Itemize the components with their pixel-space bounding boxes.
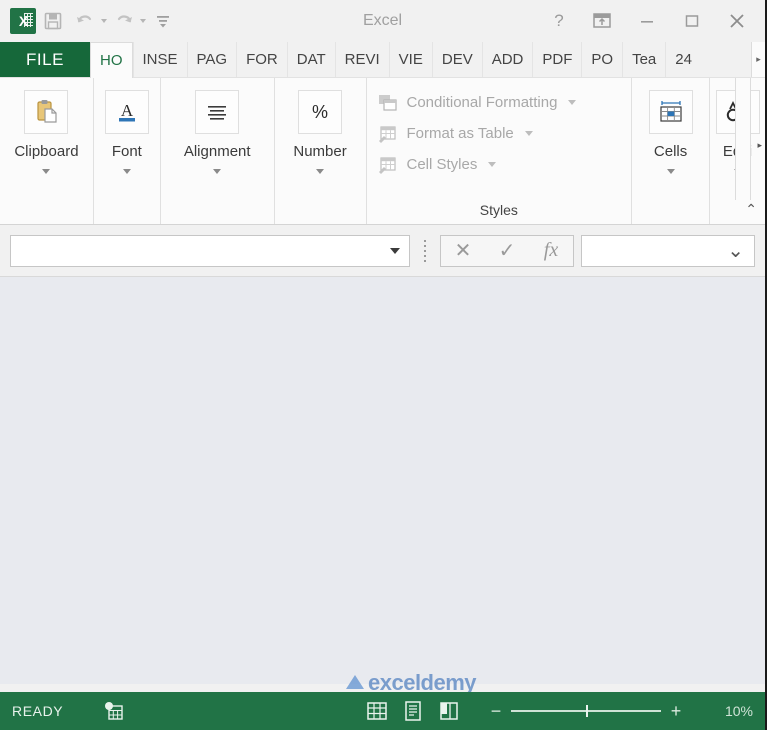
cell-styles-dropdown-icon[interactable] bbox=[488, 162, 497, 167]
ribbon-group-label-styles: Styles bbox=[479, 202, 518, 218]
alignment-icon[interactable] bbox=[195, 90, 240, 134]
svg-text:A: A bbox=[121, 101, 134, 120]
zoom-out-button[interactable]: − bbox=[489, 701, 503, 722]
formula-bar: ✕ ✓ fx ⌄ bbox=[0, 225, 765, 277]
cells-icon[interactable] bbox=[648, 90, 693, 134]
tab-add-ins[interactable]: ADD bbox=[481, 42, 533, 77]
maximize-button[interactable] bbox=[669, 4, 714, 38]
page-layout-view-button[interactable] bbox=[401, 699, 425, 723]
formula-bar-expand-icon[interactable]: ⌄ bbox=[727, 241, 744, 261]
ribbon-display-options-button[interactable] bbox=[579, 4, 624, 38]
percent-icon[interactable]: % bbox=[298, 90, 343, 134]
window-controls: ? bbox=[539, 4, 765, 38]
zoom-slider[interactable] bbox=[511, 704, 661, 718]
save-icon[interactable] bbox=[38, 6, 68, 36]
redo-icon[interactable] bbox=[109, 6, 139, 36]
format-as-table-icon bbox=[377, 124, 399, 144]
zoom-slider-handle[interactable] bbox=[586, 705, 588, 717]
undo-icon[interactable] bbox=[70, 6, 100, 36]
formula-input[interactable]: ⌄ bbox=[581, 234, 755, 267]
ribbon-group-font[interactable]: A Font bbox=[94, 78, 161, 224]
cells-dropdown-icon[interactable] bbox=[666, 169, 675, 174]
zoom-in-button[interactable]: + bbox=[669, 701, 683, 722]
font-icon[interactable]: A bbox=[104, 90, 149, 134]
alignment-dropdown-icon[interactable] bbox=[213, 169, 222, 174]
quick-access-toolbar: X bbox=[0, 6, 178, 36]
tab-scroll-right-icon[interactable]: ▸ bbox=[751, 42, 765, 77]
ribbon-group-cells[interactable]: Cells bbox=[632, 78, 711, 224]
svg-text:%: % bbox=[312, 102, 328, 122]
conditional-formatting-icon bbox=[377, 93, 399, 113]
customize-qat-icon[interactable] bbox=[148, 6, 178, 36]
record-macro-icon[interactable] bbox=[103, 701, 125, 721]
cell-styles-label: Cell Styles bbox=[406, 156, 478, 173]
worksheet-area[interactable]: Password ? x 'Copy of PasswordProtectFil… bbox=[0, 277, 765, 730]
tab-formulas[interactable]: FOR bbox=[236, 42, 287, 77]
ribbon-group-label-alignment: Alignment bbox=[183, 143, 251, 160]
insert-function-icon[interactable]: fx bbox=[529, 236, 573, 266]
ribbon-group-label-font: Font bbox=[111, 143, 142, 160]
ribbon-group-label-cells: Cells bbox=[653, 143, 688, 160]
excel-window: X Excel ? FILE HO INSE PAG FOR DAT REVI … bbox=[0, 0, 767, 730]
formula-bar-grip[interactable] bbox=[410, 239, 440, 262]
tab-insert[interactable]: INSE bbox=[132, 42, 187, 77]
clipboard-icon[interactable] bbox=[24, 90, 69, 134]
view-buttons bbox=[365, 699, 461, 723]
ribbon-group-alignment[interactable]: Alignment bbox=[161, 78, 275, 224]
ribbon-overflow-panel bbox=[735, 78, 751, 200]
help-button[interactable]: ? bbox=[539, 4, 579, 38]
tab-developer[interactable]: DEV bbox=[431, 42, 482, 77]
tab-view[interactable]: VIE bbox=[388, 42, 432, 77]
editing-overflow-arrow-icon[interactable]: ▸ bbox=[757, 140, 762, 151]
cancel-formula-icon[interactable]: ✕ bbox=[441, 236, 485, 266]
conditional-formatting-button[interactable]: Conditional Formatting bbox=[377, 87, 632, 118]
collapse-ribbon-button[interactable]: ⌃ bbox=[745, 201, 757, 218]
conditional-formatting-dropdown-icon[interactable] bbox=[568, 100, 577, 105]
ribbon-group-number[interactable]: % Number bbox=[275, 78, 367, 224]
name-box[interactable] bbox=[10, 234, 410, 267]
ribbon-tab-bar: FILE HO INSE PAG FOR DAT REVI VIE DEV AD… bbox=[0, 42, 765, 78]
ribbon: Clipboard A Font Alignment % Number Cond… bbox=[0, 78, 765, 225]
format-as-table-dropdown-icon[interactable] bbox=[524, 131, 533, 136]
tab-team[interactable]: Tea bbox=[622, 42, 665, 77]
number-dropdown-icon[interactable] bbox=[316, 169, 325, 174]
enter-formula-icon[interactable]: ✓ bbox=[485, 236, 529, 266]
normal-view-button[interactable] bbox=[365, 699, 389, 723]
name-box-dropdown-icon[interactable] bbox=[390, 247, 400, 254]
ribbon-group-styles: Conditional Formatting Format as Table C… bbox=[367, 78, 633, 224]
tab-review[interactable]: REVI bbox=[334, 42, 389, 77]
tab-data[interactable]: DAT bbox=[286, 42, 335, 77]
ribbon-group-clipboard[interactable]: Clipboard bbox=[0, 78, 94, 224]
undo-button[interactable] bbox=[70, 6, 107, 36]
font-dropdown-icon[interactable] bbox=[122, 169, 131, 174]
zoom-level-label[interactable]: 10% bbox=[701, 703, 753, 719]
tab-home[interactable]: HO bbox=[90, 42, 133, 78]
formula-action-buttons: ✕ ✓ fx bbox=[440, 234, 574, 267]
cell-styles-icon bbox=[377, 155, 399, 175]
close-button[interactable] bbox=[714, 4, 759, 38]
cell-styles-button[interactable]: Cell Styles bbox=[377, 149, 632, 180]
redo-button[interactable] bbox=[109, 6, 146, 36]
excel-logo-icon: X bbox=[10, 8, 36, 34]
minimize-button[interactable] bbox=[624, 4, 669, 38]
status-bar: READY − + 10% bbox=[0, 692, 765, 730]
conditional-formatting-label: Conditional Formatting bbox=[406, 94, 558, 111]
zoom-control: − + 10% bbox=[489, 701, 753, 722]
tab-pdf[interactable]: PDF bbox=[532, 42, 581, 77]
tab-power[interactable]: PO bbox=[581, 42, 622, 77]
clipboard-dropdown-icon[interactable] bbox=[42, 169, 51, 174]
undo-dropdown-icon[interactable] bbox=[101, 19, 107, 23]
tab-overflow[interactable]: 24 bbox=[665, 42, 701, 77]
format-as-table-button[interactable]: Format as Table bbox=[377, 118, 632, 149]
status-mode: READY bbox=[12, 703, 64, 719]
title-bar: X Excel ? bbox=[0, 0, 765, 42]
format-as-table-label: Format as Table bbox=[406, 125, 514, 142]
ribbon-group-label-number: Number bbox=[293, 143, 347, 160]
page-break-preview-button[interactable] bbox=[437, 699, 461, 723]
redo-dropdown-icon[interactable] bbox=[140, 19, 146, 23]
tab-page-layout[interactable]: PAG bbox=[186, 42, 237, 77]
ribbon-group-label-clipboard: Clipboard bbox=[14, 143, 79, 160]
tab-file[interactable]: FILE bbox=[0, 42, 90, 77]
